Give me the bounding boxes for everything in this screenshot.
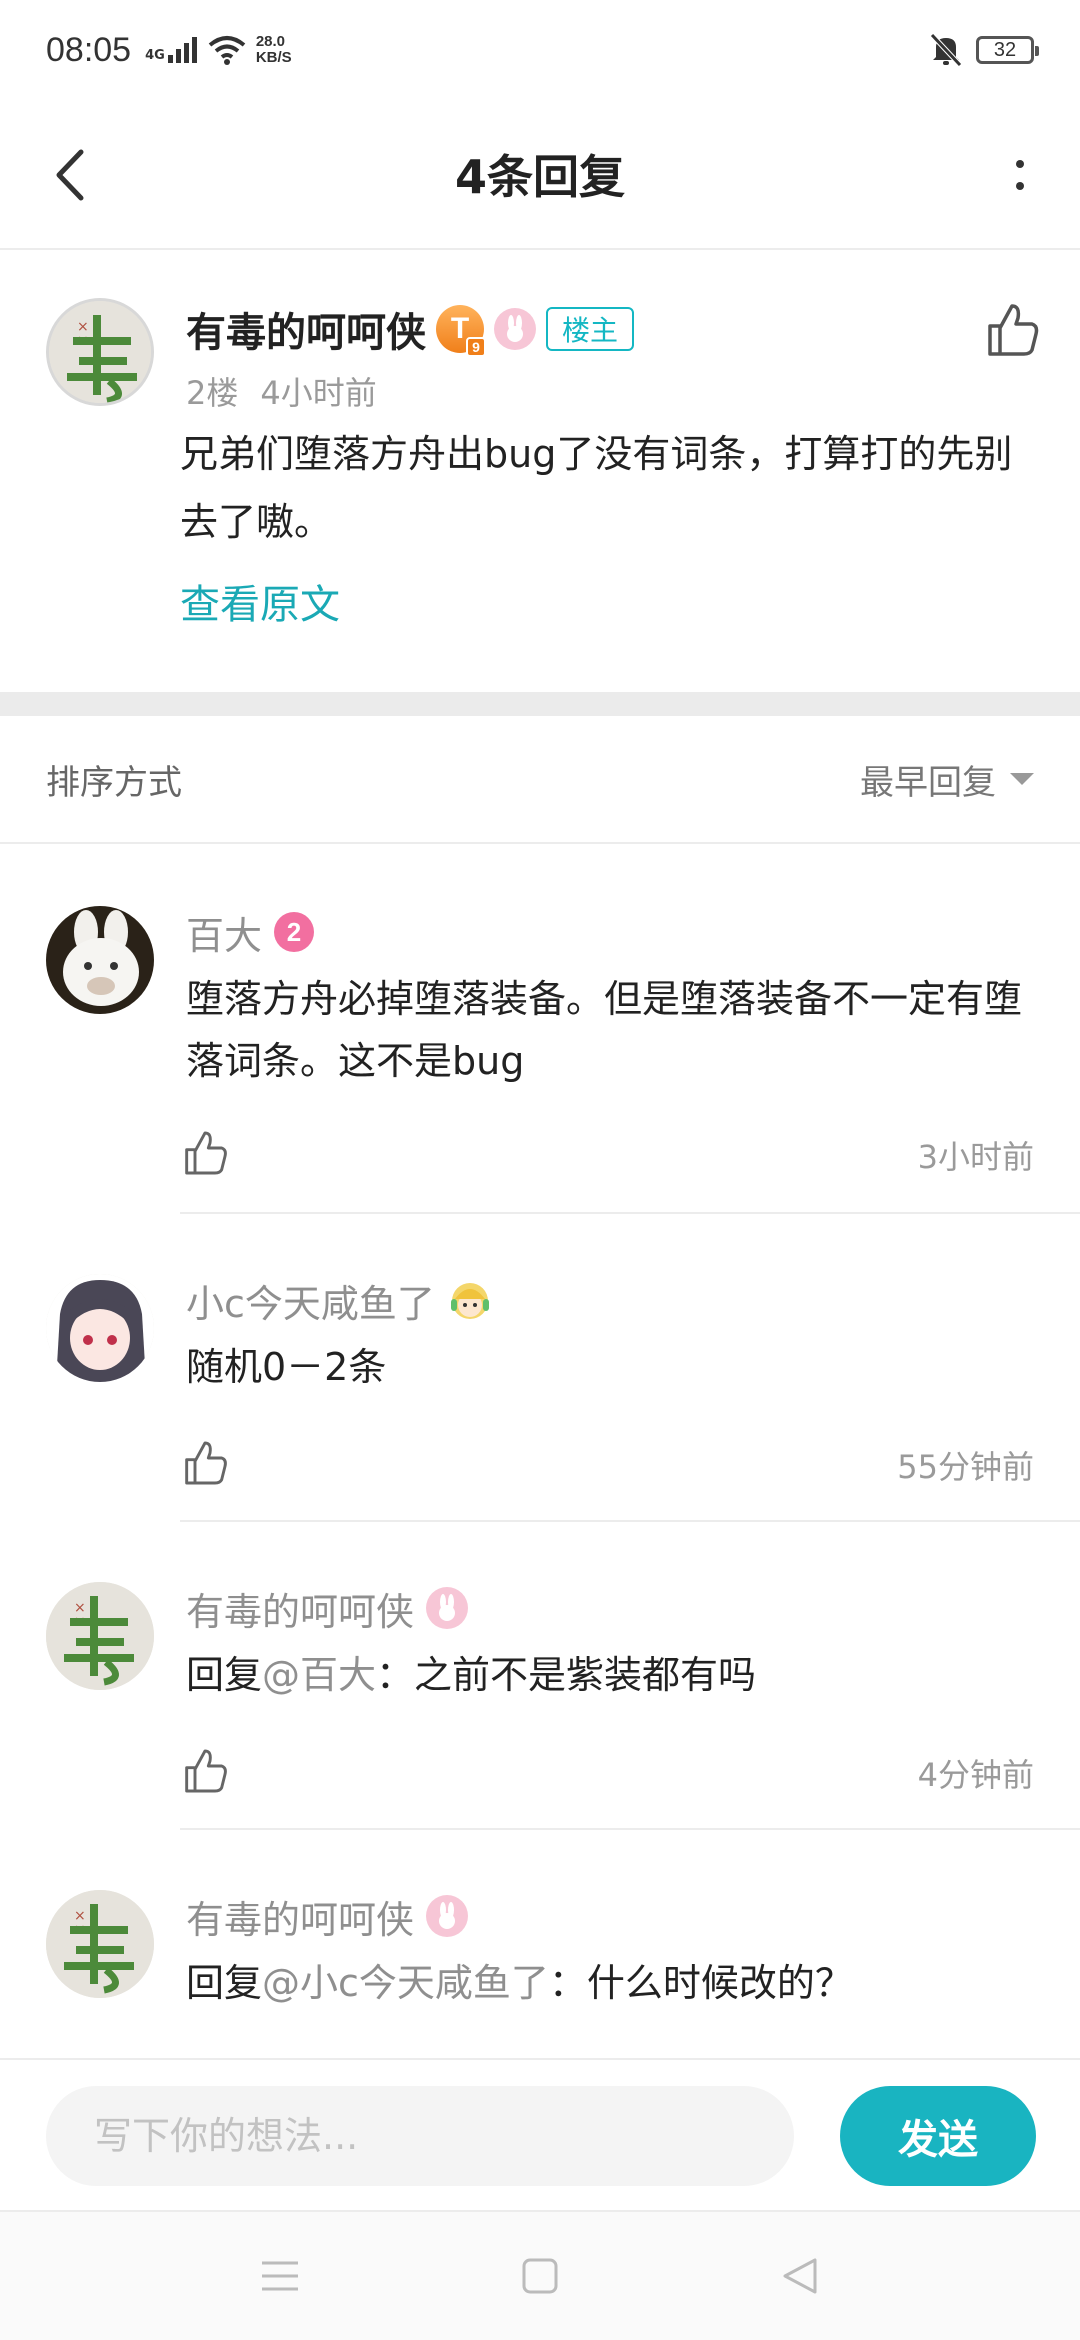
sort-label: 排序方式 — [46, 762, 182, 803]
system-navigation-bar — [0, 2210, 1080, 2340]
reply-author-row: 有毒的呵呵侠 — [186, 1886, 469, 1946]
rabbit-badge-icon — [426, 1587, 469, 1629]
character-badge-icon — [447, 1277, 493, 1323]
back-button[interactable] — [40, 140, 100, 210]
post-author-name[interactable]: 有毒的呵呵侠 — [186, 300, 426, 358]
home-button[interactable] — [515, 2251, 565, 2301]
reply-author-row: 百大 2 — [186, 902, 315, 962]
network-type-label: 4G — [145, 48, 165, 63]
reply-content: 回复@小c今天咸鱼了：什么时候改的？ — [186, 1952, 1046, 2014]
avatar[interactable]: × × — [46, 298, 154, 406]
cellular-signal-icon: 4G — [145, 37, 198, 63]
reply-prefix: 回复 — [186, 1961, 263, 2005]
post-time: 4小时前 — [260, 374, 377, 412]
send-button[interactable]: 发送 — [840, 2086, 1036, 2186]
avatar[interactable] — [46, 1274, 154, 1382]
avatar-image — [46, 1274, 154, 1382]
avatar-image: × × — [49, 301, 151, 403]
comment-input[interactable] — [46, 2086, 794, 2186]
level-badge: 2 — [274, 912, 315, 952]
post-meta: 2楼 4小时前 — [186, 368, 377, 414]
reply-author-row: 有毒的呵呵侠 — [186, 1578, 469, 1638]
page-title: 4条回复 — [454, 150, 625, 204]
speed-value: 28.0 — [255, 33, 286, 50]
avatar[interactable]: × × — [46, 1890, 154, 1998]
status-bar: 08:05 4G 28.0 KB/S 32 — [0, 0, 1080, 100]
chevron-left-icon — [56, 149, 84, 201]
avatar-image — [46, 906, 154, 1014]
thumbs-up-icon — [185, 1749, 227, 1793]
sort-dropdown[interactable]: 最早回复 — [860, 755, 1034, 804]
reply-body: ：什么时候改的？ — [548, 1961, 853, 2005]
reply-content: 堕落方舟必掉堕落装备。但是堕落装备不一定有堕落词条。这不是bug — [186, 977, 1023, 1083]
sort-bar: 排序方式 最早回复 — [0, 716, 1080, 844]
thumbs-up-icon — [185, 1131, 227, 1175]
system-back-button[interactable] — [775, 2251, 825, 2301]
avatar[interactable]: × × — [46, 1582, 154, 1690]
original-post: × × 有毒的呵呵侠 T 9 楼主 2楼 4小时前 兄弟们堕落方舟出bug了没有… — [0, 252, 1080, 692]
reply-like-button[interactable] — [180, 1128, 230, 1178]
network-speed: 28.0 KB/S — [256, 34, 292, 66]
level-badge-number: 9 — [466, 337, 486, 357]
reply-item: × × 有毒的呵呵侠 回复@小c今天咸鱼了：什么时候改的？ — [0, 1830, 1080, 2058]
reply-time: 3小时前 — [917, 1138, 1034, 1176]
reply-like-button[interactable] — [180, 1746, 230, 1796]
reply-author-name[interactable]: 有毒的呵呵侠 — [186, 1889, 414, 1944]
rabbit-badge-icon — [494, 308, 536, 350]
mention-link[interactable]: @小c今天咸鱼了 — [262, 1961, 549, 2005]
more-options-button[interactable] — [990, 140, 1050, 210]
status-right-icons: 32 — [930, 33, 1039, 67]
post-like-button[interactable] — [982, 300, 1042, 360]
post-floor: 2楼 — [186, 374, 239, 412]
thumbs-up-icon — [988, 304, 1039, 356]
view-original-link[interactable]: 查看原文 — [180, 572, 340, 630]
top-nav-bar: 4条回复 — [0, 100, 1080, 250]
section-divider — [0, 692, 1080, 716]
wifi-icon — [208, 36, 246, 65]
post-content: 兄弟们堕落方舟出bug了没有词条，打算打的先别去了嗷。 — [180, 432, 1013, 544]
more-dot-icon — [1016, 160, 1024, 168]
comment-composer: 发送 — [0, 2058, 1080, 2208]
reply-time: 55分钟前 — [897, 1448, 1034, 1486]
post-author-row: 有毒的呵呵侠 T 9 楼主 — [186, 298, 635, 360]
back-triangle-icon — [783, 2258, 817, 2294]
caret-down-icon — [1010, 773, 1034, 785]
level-badge-icon: T 9 — [436, 305, 486, 357]
reply-like-button[interactable] — [180, 1438, 230, 1488]
reply-item: 百大 2 堕落方舟必掉堕落装备。但是堕落装备不一定有堕落词条。这不是bug 3小… — [0, 846, 1080, 1214]
reply-author-name[interactable]: 小c今天咸鱼了 — [186, 1273, 435, 1328]
reply-item: 小c今天咸鱼了 随机0－2条 55分钟前 — [0, 1214, 1080, 1522]
menu-button[interactable] — [255, 2251, 305, 2301]
avatar-image: × × — [46, 1890, 154, 1998]
reply-content: 回复@百大：之前不是紫装都有吗 — [186, 1644, 1046, 1706]
reply-prefix: 回复 — [186, 1653, 263, 1697]
avatar[interactable] — [46, 906, 154, 1014]
reply-item: × × 有毒的呵呵侠 回复@百大：之前不是紫装都有吗 4分钟前 — [0, 1522, 1080, 1830]
rabbit-badge-icon — [426, 1895, 469, 1937]
reply-body: ：之前不是紫装都有吗 — [376, 1653, 757, 1697]
owner-tag: 楼主 — [546, 307, 635, 351]
menu-icon — [262, 2261, 298, 2291]
reply-author-row: 小c今天咸鱼了 — [186, 1270, 493, 1330]
speed-unit: KB/S — [255, 49, 292, 66]
status-time: 08:05 — [46, 30, 132, 69]
status-left-icons: 4G 28.0 KB/S — [145, 34, 292, 66]
battery-indicator: 32 — [976, 36, 1039, 64]
sort-selected-value: 最早回复 — [860, 762, 996, 803]
avatar-image: × × — [46, 1582, 154, 1690]
reply-author-name[interactable]: 有毒的呵呵侠 — [186, 1581, 414, 1636]
reply-author-name[interactable]: 百大 — [186, 905, 262, 960]
reply-content: 随机0－2条 — [186, 1345, 387, 1389]
more-dot-icon — [1016, 182, 1024, 190]
mention-link[interactable]: @百大 — [262, 1653, 376, 1697]
home-square-icon — [522, 2258, 558, 2294]
reply-time: 4分钟前 — [917, 1756, 1034, 1794]
notification-muted-icon — [930, 33, 962, 67]
thumbs-up-icon — [185, 1441, 227, 1485]
